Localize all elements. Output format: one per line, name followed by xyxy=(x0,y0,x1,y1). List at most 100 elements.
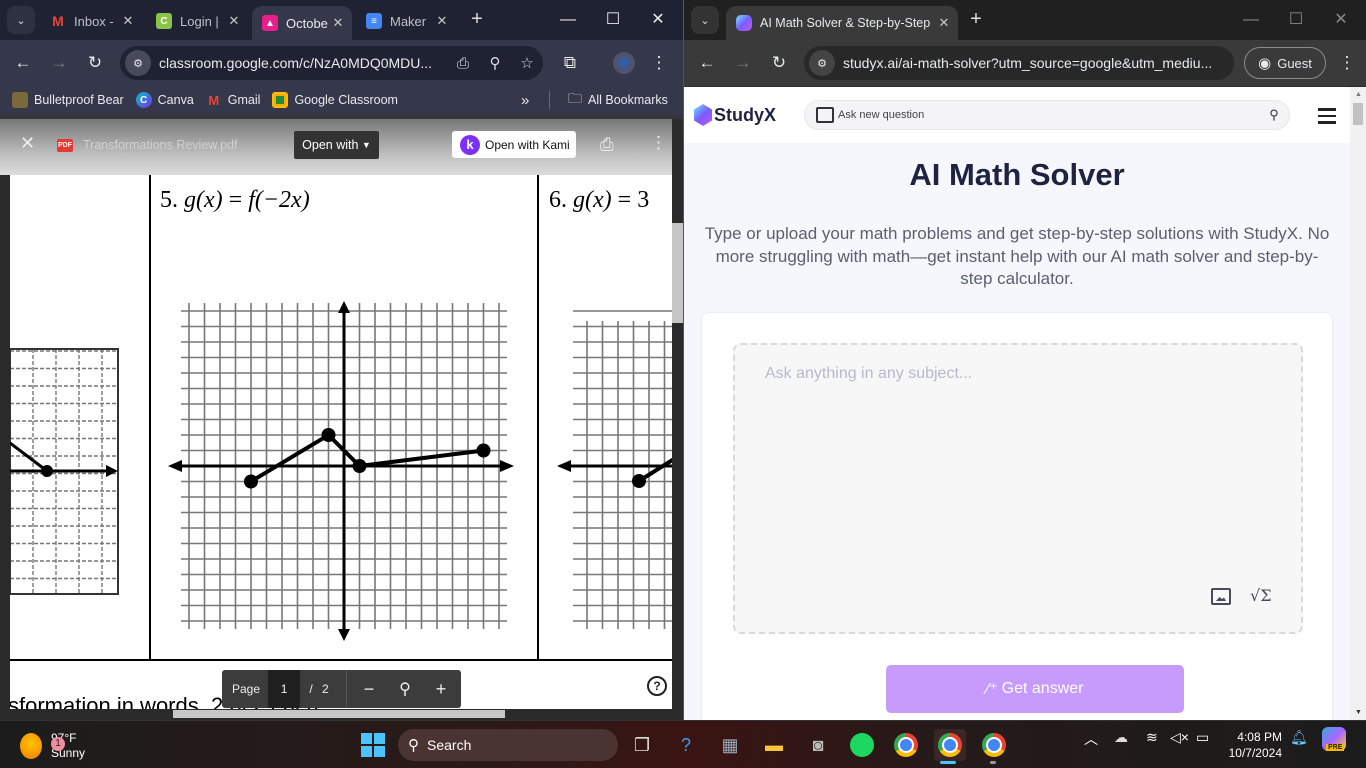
zoom-icon[interactable]: ⚲ xyxy=(479,54,511,72)
forward-button[interactable]: → xyxy=(725,45,761,81)
zoom-out-button[interactable]: − xyxy=(351,679,387,700)
tab-maker[interactable]: ≡ Maker ✕ xyxy=(356,6,456,36)
task-view-icon[interactable]: ❐ xyxy=(626,729,658,761)
problem-5-label: 5. g(x) = f(−2x) xyxy=(160,187,310,213)
reload-button[interactable]: ↻ xyxy=(761,45,797,81)
notifications-bell-icon[interactable]: 🔔︎ xyxy=(1290,729,1308,746)
classroom-icon xyxy=(272,92,289,108)
horizontal-scrollbar[interactable] xyxy=(173,710,505,718)
chrome-profile-icon[interactable] xyxy=(934,729,966,761)
open-with-kami-button[interactable]: k Open with Kami xyxy=(452,131,576,158)
math-formula-icon[interactable]: √Σ xyxy=(1250,586,1272,605)
question-input[interactable]: Ask anything in any subject... √Σ xyxy=(733,343,1303,634)
open-with-button[interactable]: Open with ▼ xyxy=(294,131,379,159)
show-hidden-icons-button[interactable]: ︿ xyxy=(1084,729,1098,749)
vertical-scrollbar[interactable]: ▲ ▼ xyxy=(1350,87,1366,720)
bookmark-google-classroom[interactable]: Google Classroom xyxy=(272,92,398,108)
page-number-input[interactable]: 1 xyxy=(268,670,301,708)
maximize-button[interactable]: ☐ xyxy=(598,8,628,32)
install-icon[interactable]: ⎙ xyxy=(447,55,479,72)
minimize-button[interactable]: — xyxy=(553,8,583,32)
chrome-icon[interactable] xyxy=(890,729,922,761)
start-button[interactable] xyxy=(357,729,389,761)
new-tab-button[interactable]: + xyxy=(465,8,489,32)
close-tab-icon[interactable]: ✕ xyxy=(434,13,450,29)
table-line xyxy=(537,119,539,661)
bookmark-bulletproof-bear[interactable]: Bulletproof Bear xyxy=(12,92,124,108)
volume-muted-icon[interactable]: ◁× xyxy=(1170,729,1189,746)
bookmarks-overflow-button[interactable]: » xyxy=(521,92,529,109)
help-icon[interactable]: ? xyxy=(647,676,667,696)
close-window-button[interactable]: ✕ xyxy=(643,8,673,32)
all-bookmarks-button[interactable]: 🗀 All Bookmarks xyxy=(568,88,668,112)
close-tab-icon[interactable]: ✕ xyxy=(936,15,952,31)
chrome-icon[interactable] xyxy=(978,729,1010,761)
maximize-button[interactable]: ☐ xyxy=(1281,8,1311,32)
hamburger-menu-icon[interactable] xyxy=(1318,105,1336,124)
more-options-icon[interactable]: ⋮ xyxy=(650,133,667,153)
close-tab-icon[interactable]: ✕ xyxy=(226,13,242,29)
bookmark-canva[interactable]: C Canva xyxy=(135,92,194,108)
tab-search-button[interactable]: ⌄ xyxy=(691,6,719,34)
get-answer-button[interactable]: ⁄⁺ Get answer xyxy=(886,665,1184,713)
tab-login[interactable]: C Login | ✕ xyxy=(146,6,248,36)
tab-ai-math-solver[interactable]: AI Math Solver & Step-by-Step ✕ xyxy=(726,6,958,40)
battery-icon[interactable]: ▭ xyxy=(1196,729,1209,746)
help-app-icon[interactable]: ? xyxy=(670,729,702,761)
profile-avatar[interactable] xyxy=(613,52,635,74)
studyx-page: StudyX Ask new question ⚲ AI Math Solver… xyxy=(684,87,1366,720)
site-info-icon[interactable]: ⚙ xyxy=(125,50,151,76)
menu-icon[interactable]: ⋮ xyxy=(641,45,677,81)
weather-widget[interactable]: 1 97°F Sunny xyxy=(20,731,85,761)
tab-october[interactable]: ▲ Octobe ✕ xyxy=(252,6,352,40)
taskbar-search[interactable]: ⚲ Search xyxy=(398,729,618,761)
vertical-scrollbar[interactable] xyxy=(672,119,683,720)
classroom-icon: ▲ xyxy=(262,15,278,31)
image-icon[interactable] xyxy=(1211,588,1231,605)
calculator-icon[interactable]: ▦ xyxy=(714,729,746,761)
tab-strip: ⌄ M Inbox - ✕ C Login | ✕ ▲ Octobe ✕ ≡ M… xyxy=(0,0,683,40)
site-info-icon[interactable]: ⚙ xyxy=(809,50,835,76)
close-tab-icon[interactable]: ✕ xyxy=(330,15,346,31)
bookmark-gmail[interactable]: M Gmail xyxy=(206,92,260,108)
zoom-in-button[interactable]: + xyxy=(423,679,459,700)
guest-profile-button[interactable]: ◉ Guest xyxy=(1244,47,1326,79)
print-icon[interactable]: ⎙ xyxy=(600,135,614,155)
wifi-icon[interactable]: ≋ xyxy=(1146,729,1158,746)
address-bar[interactable]: ⚙ studyx.ai/ai-math-solver?utm_source=go… xyxy=(804,46,1234,80)
close-window-button[interactable]: ✕ xyxy=(1326,8,1356,32)
scroll-thumb[interactable] xyxy=(1353,103,1363,125)
spotify-icon[interactable] xyxy=(846,729,878,761)
ask-question-search[interactable]: Ask new question ⚲ xyxy=(804,100,1290,130)
menu-icon[interactable]: ⋮ xyxy=(1329,45,1365,81)
address-bar[interactable]: ⚙ classroom.google.com/c/NzA0MDQ0MDU... … xyxy=(120,46,543,80)
bookmark-star-icon[interactable]: ☆ xyxy=(511,54,543,72)
tab-search-button[interactable]: ⌄ xyxy=(7,6,35,34)
reload-button[interactable]: ↻ xyxy=(77,45,113,81)
close-icon[interactable]: ✕ xyxy=(20,133,35,154)
new-tab-button[interactable]: + xyxy=(964,8,988,32)
graph-problem-5 xyxy=(168,301,514,641)
tab-inbox[interactable]: M Inbox - ✕ xyxy=(40,6,142,36)
copilot-icon[interactable]: PRE xyxy=(1322,727,1346,751)
back-button[interactable]: ← xyxy=(689,45,725,81)
onedrive-icon[interactable]: ☁ xyxy=(1114,729,1128,746)
profile-icon: ◉ xyxy=(1258,55,1272,72)
camera-icon[interactable]: ◙ xyxy=(802,729,834,761)
data-point xyxy=(352,459,367,473)
minimize-button[interactable]: — xyxy=(1236,8,1266,32)
back-button[interactable]: ← xyxy=(5,45,41,81)
studyx-logo[interactable]: StudyX xyxy=(694,104,776,126)
forward-button[interactable]: → xyxy=(41,45,77,81)
active-indicator xyxy=(940,761,956,764)
scroll-thumb[interactable] xyxy=(672,223,683,323)
image-upload-icon[interactable] xyxy=(816,107,834,123)
y-axis-arrow xyxy=(338,301,350,313)
file-explorer-icon[interactable]: ▬ xyxy=(758,729,790,761)
search-icon[interactable]: ⚲ xyxy=(1259,107,1289,123)
clock[interactable]: 4:08 PM 10/7/2024 xyxy=(1218,729,1282,761)
zoom-reset-icon[interactable]: ⚲ xyxy=(387,679,423,699)
close-tab-icon[interactable]: ✕ xyxy=(120,13,136,29)
extensions-icon[interactable]: ⧉ xyxy=(552,45,588,81)
scroll-up-icon: ▲ xyxy=(1355,91,1362,98)
